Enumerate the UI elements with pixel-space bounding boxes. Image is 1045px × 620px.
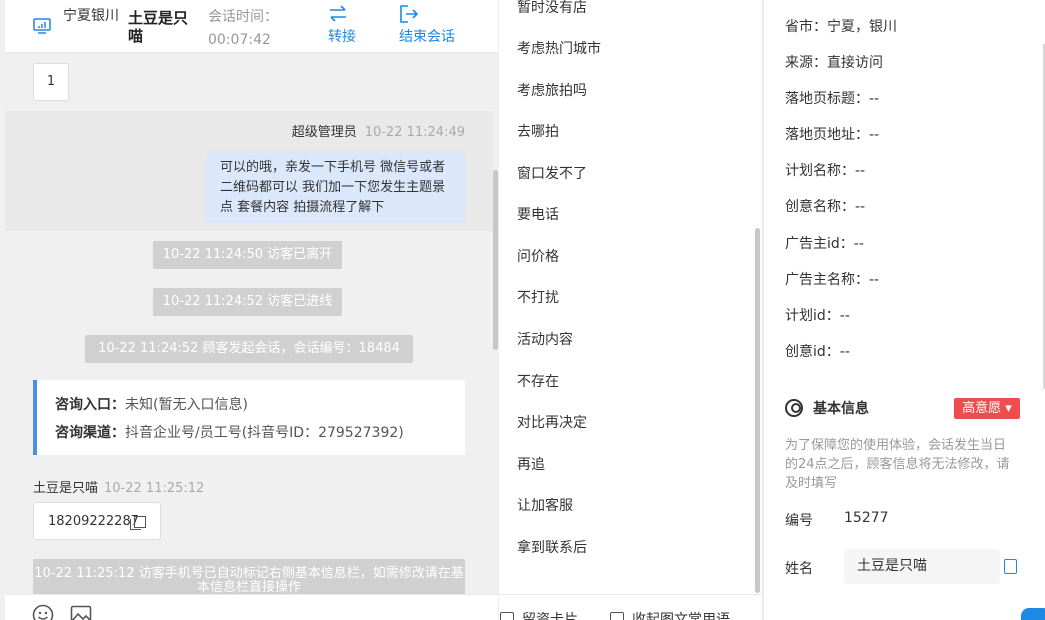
lead-card-label: 留资卡片: [522, 612, 578, 620]
intent-value: 高意愿: [962, 401, 1002, 416]
phrase-item[interactable]: 窗口发不了: [517, 164, 587, 184]
phrase-item[interactable]: 不打扰: [517, 288, 559, 308]
consult-entry: 咨询入口：未知(暂无入口信息): [55, 391, 465, 419]
visitor-message-time: 10-22 11:25:12: [104, 481, 205, 496]
visitor-message-bubble: 18209222287: [33, 502, 161, 540]
logout-icon: [400, 5, 419, 23]
copy-icon[interactable]: [130, 516, 146, 530]
id-value: 15277: [844, 510, 889, 526]
visitor-phone: 18209222287: [48, 514, 139, 529]
phrase-item[interactable]: 要电话: [517, 205, 559, 225]
info-landing-url: 落地页地址：--: [785, 127, 880, 143]
name-field[interactable]: 土豆是只喵: [844, 549, 1000, 584]
id-label: 编号: [785, 513, 813, 529]
consult-channel-label: 咨询渠道：: [55, 425, 125, 441]
collapse-icon: [610, 612, 624, 620]
agent-message-time: 10-22 11:24:49: [364, 125, 465, 140]
phrase-item[interactable]: 去哪拍: [517, 122, 559, 142]
lead-card-button[interactable]: 留资卡片: [500, 609, 578, 620]
phrase-item[interactable]: 问价格: [517, 247, 559, 267]
copy-name-icon[interactable]: [1004, 559, 1017, 574]
phrase-item[interactable]: 暂时没有店: [517, 0, 587, 18]
end-session-label: 结束会话: [399, 29, 455, 45]
phrase-item[interactable]: 活动内容: [517, 330, 573, 350]
phrase-item[interactable]: 不存在: [517, 372, 559, 392]
phrase-item[interactable]: 考虑旅拍吗: [517, 81, 587, 101]
chat-messages[interactable]: 1 超级管理员 10-22 11:24:49 可以的哦，亲发一下手机号 微信号或者…: [5, 54, 498, 594]
consult-channel: 咨询渠道：抖音企业号/员工号(抖音号ID：279527392): [55, 419, 465, 447]
consult-entry-label: 咨询入口：: [55, 397, 125, 413]
transfer-icon: [330, 5, 346, 22]
name-label: 姓名: [785, 561, 813, 577]
caret-down-icon: ▾: [1001, 401, 1012, 416]
image-icon[interactable]: [70, 604, 92, 620]
info-plan-name: 计划名称：--: [785, 163, 866, 179]
phrases-footer: 留资卡片 收起图文常用语: [499, 594, 762, 620]
monitor-icon: [33, 18, 51, 34]
info-advertiser-name: 广告主名称：--: [785, 272, 880, 288]
card-icon: [500, 612, 514, 620]
chat-header: 宁夏银川 土豆是只喵 会话时间： 00:07:42 转接 结束会话: [5, 0, 498, 53]
page-number[interactable]: 1: [33, 63, 69, 101]
basic-info-title: 基本信息: [785, 398, 869, 418]
info-advertiser-id: 广告主id：--: [785, 236, 864, 252]
intent-dropdown[interactable]: 高意愿 ▾: [954, 398, 1020, 419]
info-landing-title: 落地页标题：--: [785, 91, 880, 107]
phrase-item[interactable]: 再追: [517, 455, 545, 475]
collapse-phrases-label: 收起图文常用语: [632, 612, 730, 620]
info-creative-name: 创意名称：--: [785, 199, 866, 215]
phrase-item[interactable]: 考虑热门城市: [517, 39, 601, 59]
system-message-session: 10-22 11:24:52 顾客发起会话，会话编号：18484: [85, 335, 413, 363]
system-message-enter: 10-22 11:24:52 访客已进线: [153, 288, 342, 316]
phrase-item[interactable]: 让加客服: [517, 496, 573, 516]
user-icon: [785, 399, 803, 417]
session-time-value: 00:07:42: [208, 32, 271, 48]
visitor-sender: 土豆是只喵: [33, 481, 99, 496]
quick-phrases-panel: 暂时没有店 考虑热门城市 考虑旅拍吗 去哪拍 窗口发不了 要电话 问价格 不打扰…: [499, 0, 763, 620]
system-message-left: 10-22 11:24:50 访客已离开: [153, 241, 342, 269]
chat-scrollbar[interactable]: [493, 170, 498, 350]
floating-action-button[interactable]: [1021, 608, 1045, 620]
visitor-message-meta: 土豆是只喵 10-22 11:25:12: [33, 477, 204, 496]
visitor-city: 宁夏银川: [63, 8, 119, 24]
basic-info-notice: 为了保障您的使用体验，会话发生当日的24点之后，顾客信息将无法修改，请及时填写: [785, 438, 1010, 491]
info-province-city: 省市：宁夏，银川: [785, 19, 897, 35]
phrases-scrollbar[interactable]: [755, 228, 760, 593]
basic-info-title-text: 基本信息: [813, 401, 869, 417]
info-creative-id: 创意id：--: [785, 344, 850, 360]
agent-message-meta: 超级管理员 10-22 11:24:49: [292, 121, 465, 140]
transfer-label: 转接: [328, 29, 356, 45]
agent-sender: 超级管理员: [291, 125, 357, 140]
agent-message-bubble: 可以的哦，亲发一下手机号 微信号或者二维码都可以 我们加一下您发生主题景点 套餐…: [206, 151, 465, 223]
consult-entry-value: 未知(暂无入口信息): [125, 397, 248, 413]
app-root: 宁夏银川 土豆是只喵 会话时间： 00:07:42 转接 结束会话 1 超级管理…: [0, 0, 1045, 620]
transfer-button[interactable]: 转接: [328, 4, 356, 48]
phrase-item[interactable]: 拿到联系后: [517, 538, 587, 558]
consult-channel-value: 抖音企业号/员工号(抖音号ID：279527392): [125, 425, 404, 441]
collapse-phrases-button[interactable]: 收起图文常用语: [610, 609, 730, 620]
phrase-item[interactable]: 对比再决定: [517, 413, 587, 433]
chat-panel: 宁夏银川 土豆是只喵 会话时间： 00:07:42 转接 结束会话 1 超级管理…: [5, 0, 498, 620]
visitor-info-panel: 省市：宁夏，银川 来源：直接访问 落地页标题：-- 落地页地址：-- 计划名称：…: [764, 0, 1045, 620]
info-plan-id: 计划id：--: [785, 308, 850, 324]
consult-info-card: 咨询入口：未知(暂无入口信息) 咨询渠道：抖音企业号/员工号(抖音号ID：279…: [33, 380, 465, 455]
system-message-phone: 10-22 11:25:12 访客手机号已自动标记右侧基本信息栏，如需修改请在基…: [33, 559, 465, 594]
info-source: 来源：直接访问: [785, 55, 883, 71]
agent-message: 超级管理员 10-22 11:24:49 可以的哦，亲发一下手机号 微信号或者二维…: [5, 111, 493, 231]
visitor-name: 土豆是只喵: [128, 9, 189, 45]
input-toolbar: [5, 594, 498, 620]
end-session-button[interactable]: 结束会话: [399, 4, 455, 48]
emoji-icon[interactable]: [32, 604, 54, 620]
session-time-label: 会话时间：: [208, 9, 278, 25]
